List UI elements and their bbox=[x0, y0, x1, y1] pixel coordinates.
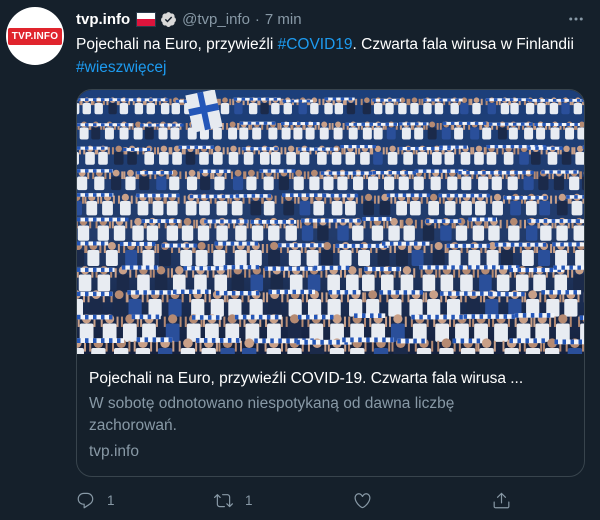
retweet-count: 1 bbox=[245, 492, 253, 508]
card-info: Pojechali na Euro, przywieźli COVID-19. … bbox=[89, 362, 572, 463]
card-description: W sobotę odnotowano niespotykaną od dawn… bbox=[89, 395, 455, 434]
separator-dot: · bbox=[254, 10, 260, 28]
share-button[interactable] bbox=[492, 488, 511, 512]
like-icon bbox=[354, 492, 371, 508]
tweet-header: tvp.info @tvp_info · 7 min bbox=[76, 8, 588, 30]
card-title[interactable]: Pojechali na Euro, przywieźli COVID-19. … bbox=[89, 368, 572, 390]
link-preview-card[interactable]: Pojechali na Euro, przywieźli COVID-19. … bbox=[76, 89, 585, 477]
hashtag-link[interactable]: #wieszwięcej bbox=[76, 59, 166, 76]
retweet-button[interactable]: 1 bbox=[214, 488, 253, 512]
tweet-text-part: Pojechali na Euro, przywieźli bbox=[76, 36, 278, 53]
verified-badge-icon bbox=[161, 11, 177, 27]
hashtag-link[interactable]: #COVID19 bbox=[278, 36, 353, 53]
stadium-crowd-image bbox=[77, 90, 584, 368]
like-button[interactable] bbox=[353, 488, 384, 512]
more-options-icon[interactable] bbox=[566, 9, 586, 29]
retweet-icon bbox=[214, 493, 233, 507]
user-handle[interactable]: @tvp_info bbox=[182, 11, 250, 28]
card-domain: tvp.info bbox=[89, 443, 139, 460]
share-icon bbox=[493, 492, 510, 508]
card-image[interactable] bbox=[77, 90, 584, 368]
avatar-logo: TVP.INFO bbox=[7, 27, 63, 45]
tweet-text-part: . Czwarta fala wirusa w Finlandii bbox=[352, 36, 574, 53]
avatar[interactable]: TVP.INFO bbox=[6, 7, 64, 65]
reply-button[interactable]: 1 bbox=[76, 488, 115, 512]
tweet-actions: 1 1 bbox=[76, 488, 576, 512]
display-name[interactable]: tvp.info bbox=[76, 11, 130, 28]
tweet-text: Pojechali na Euro, przywieźli #COVID19. … bbox=[76, 33, 576, 79]
tweet-time[interactable]: 7 min bbox=[265, 11, 302, 28]
reply-icon bbox=[77, 492, 94, 508]
poland-flag-icon bbox=[136, 11, 157, 27]
reply-count: 1 bbox=[107, 492, 115, 508]
